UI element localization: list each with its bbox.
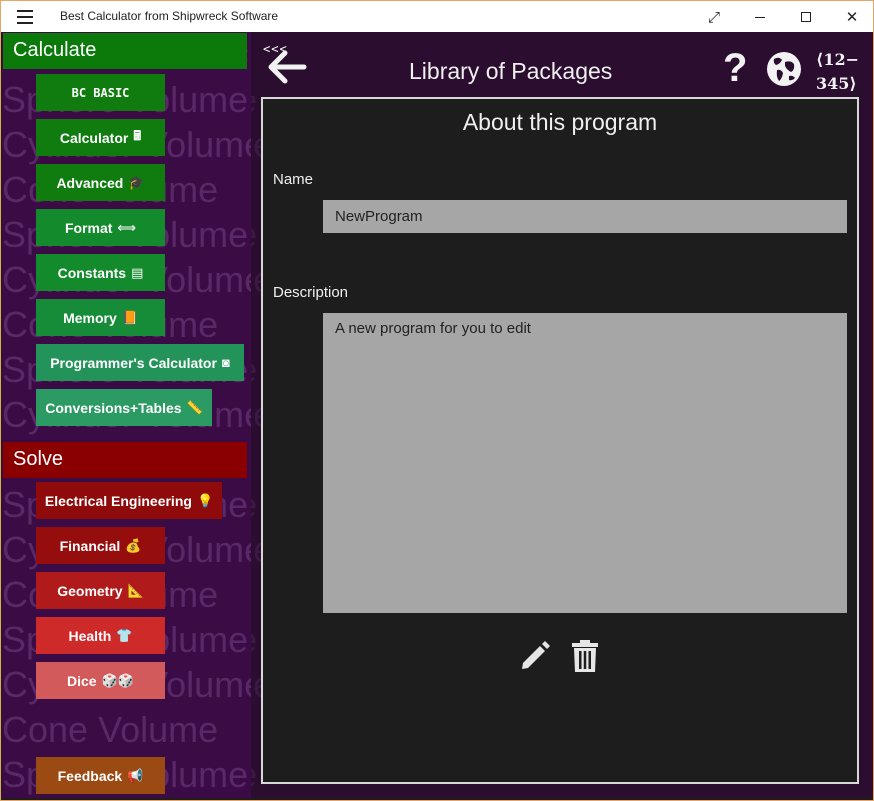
geometry-icon: 📐 bbox=[127, 582, 144, 598]
help-icon[interactable]: ? bbox=[723, 48, 747, 88]
feedback-icon: 📢 bbox=[127, 767, 144, 783]
description-field[interactable]: A new program for you to edit bbox=[323, 313, 847, 613]
conversions-tables-button[interactable]: Conversions+Tables 📏 bbox=[36, 389, 212, 426]
back-arrow-icon[interactable] bbox=[267, 50, 307, 84]
menu-button-label: Constants bbox=[57, 264, 127, 281]
close-button[interactable]: ✕ bbox=[829, 1, 874, 33]
dice-button[interactable]: Dice 🎲🎲 bbox=[36, 662, 165, 699]
financial-icon: 💰 bbox=[125, 537, 142, 553]
menu-button-label: Feedback bbox=[57, 767, 123, 784]
memory-icon: 📙 bbox=[121, 309, 138, 325]
title-bar: Best Calculator from Shipwreck Software … bbox=[0, 0, 874, 32]
advanced-icon: 🎓 bbox=[128, 174, 145, 190]
bc-basic-button[interactable]: BC BASIC bbox=[36, 74, 165, 111]
edit-pencil-icon[interactable] bbox=[518, 639, 552, 673]
fullscreen-icon: ⤢ bbox=[707, 8, 720, 26]
window-title: Best Calculator from Shipwreck Software bbox=[60, 9, 279, 23]
fullscreen-button[interactable]: ⤢ bbox=[691, 1, 737, 33]
format-button[interactable]: Format ⟺ bbox=[36, 209, 165, 246]
constants-button[interactable]: Constants ▤ bbox=[36, 254, 165, 291]
about-panel: About this program Name Description A ne… bbox=[261, 97, 859, 784]
electrical-engineering-button[interactable]: Electrical Engineering 💡 bbox=[36, 482, 222, 519]
menu-button-label: Conversions+Tables bbox=[45, 399, 182, 416]
minimize-button[interactable] bbox=[737, 1, 783, 33]
trash-icon[interactable] bbox=[571, 639, 599, 673]
maximize-button[interactable] bbox=[783, 1, 829, 33]
minimize-icon bbox=[755, 16, 765, 18]
hamburger-menu-icon[interactable] bbox=[17, 10, 33, 24]
app-body: Cone Volume = ⅓πr²hSphere VolumeCylinder… bbox=[0, 32, 874, 801]
menu-button-label: Calculator bbox=[59, 129, 129, 146]
section-header-calculate: Calculate bbox=[3, 33, 247, 69]
menu-button-label: Health bbox=[68, 627, 112, 644]
health-icon: 👕 bbox=[116, 627, 133, 643]
programmers-calculator-button[interactable]: Programmer's Calculator ◙ bbox=[36, 344, 244, 381]
menu-button-label: BC BASIC bbox=[71, 85, 130, 100]
calculator-button[interactable]: Calculator 🖩 bbox=[36, 119, 165, 156]
maximize-icon bbox=[801, 12, 811, 22]
memory-button[interactable]: Memory 📙 bbox=[36, 299, 165, 336]
description-label: Description bbox=[273, 284, 349, 301]
sidebar: Cone Volume = ⅓πr²hSphere VolumeCylinder… bbox=[2, 32, 251, 798]
menu-button-label: Memory bbox=[63, 309, 117, 326]
menu-button-label: Financial bbox=[59, 537, 121, 554]
menu-button-label: Dice bbox=[67, 672, 97, 689]
number-format-icon[interactable]: ⟨12− 345⟩ bbox=[816, 48, 859, 96]
page-header: <<< Library of Packages ? ⟨12− 345⟩ bbox=[251, 32, 873, 96]
globe-icon[interactable] bbox=[765, 50, 803, 88]
number-format-line-1: ⟨12− bbox=[816, 50, 859, 69]
page-title: Library of Packages bbox=[409, 58, 613, 84]
feedback-button[interactable]: Feedback 📢 bbox=[36, 757, 165, 794]
format-icon: ⟺ bbox=[117, 219, 137, 235]
electrical-engineering-icon: 💡 bbox=[196, 492, 214, 508]
geometry-button[interactable]: Geometry 📐 bbox=[36, 572, 165, 609]
number-format-line-2: 345⟩ bbox=[816, 74, 857, 93]
section-header-solve: Solve bbox=[3, 442, 247, 478]
watermark-line: Cone Volume bbox=[2, 709, 219, 750]
menu-button-label: Programmer's Calculator bbox=[50, 354, 217, 371]
dice-icon: 🎲🎲 bbox=[101, 672, 134, 688]
menu-button-label: Electrical Engineering bbox=[44, 492, 192, 509]
conversions-tables-icon: 📏 bbox=[186, 399, 203, 415]
calculator-icon: 🖩 bbox=[133, 127, 142, 143]
panel-title: About this program bbox=[462, 109, 658, 135]
programmers-calculator-icon: ◙ bbox=[221, 355, 230, 370]
advanced-button[interactable]: Advanced 🎓 bbox=[36, 164, 165, 201]
close-icon: ✕ bbox=[845, 9, 859, 26]
health-button[interactable]: Health 👕 bbox=[36, 617, 165, 654]
constants-icon: ▤ bbox=[131, 264, 144, 280]
menu-button-label: Format bbox=[64, 219, 113, 236]
name-field[interactable] bbox=[323, 200, 847, 233]
financial-button[interactable]: Financial 💰 bbox=[36, 527, 165, 564]
menu-button-label: Advanced bbox=[56, 174, 124, 191]
name-label: Name bbox=[273, 171, 314, 188]
menu-button-label: Geometry bbox=[57, 582, 123, 599]
